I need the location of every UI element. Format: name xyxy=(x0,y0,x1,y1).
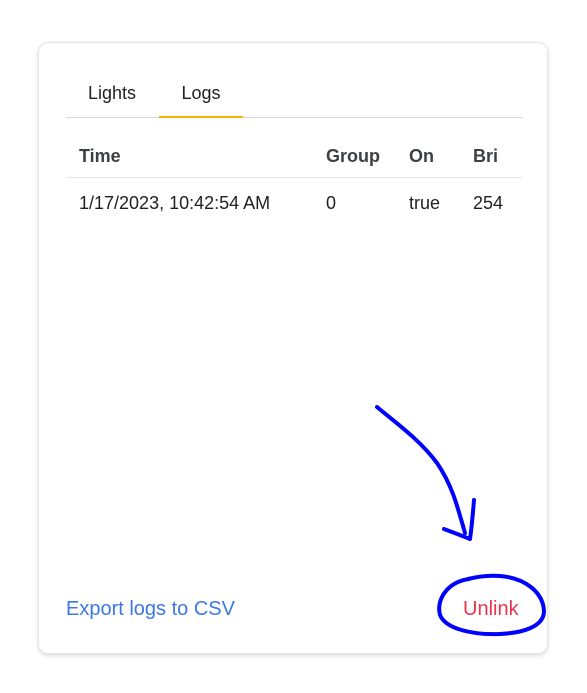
page: Lights Logs Time Group On Bri 1/17/2023,… xyxy=(0,0,587,693)
tab-logs[interactable]: Logs xyxy=(159,71,243,118)
column-header-time: Time xyxy=(66,135,313,178)
tab-lights[interactable]: Lights xyxy=(66,71,158,117)
table-row: 1/17/2023, 10:42:54 AM 0 true 254 xyxy=(66,178,522,229)
cell-bri: 254 xyxy=(473,192,504,213)
export-logs-csv-link[interactable]: Export logs to CSV xyxy=(66,598,235,621)
unlink-button[interactable]: Unlink xyxy=(463,598,519,621)
tab-bar: Lights Logs xyxy=(66,71,522,118)
logs-card: Lights Logs Time Group On Bri 1/17/2023,… xyxy=(38,42,548,654)
cell-time: 1/17/2023, 10:42:54 AM xyxy=(79,192,271,213)
column-header-bri: Bri xyxy=(460,135,522,178)
table-header-row: Time Group On Bri xyxy=(66,135,522,178)
cell-on: true xyxy=(409,192,441,213)
logs-table: Time Group On Bri 1/17/2023, 10:42:54 AM… xyxy=(66,135,522,228)
column-header-on: On xyxy=(396,135,460,178)
cell-group: 0 xyxy=(326,192,337,213)
column-header-group: Group xyxy=(313,135,396,178)
